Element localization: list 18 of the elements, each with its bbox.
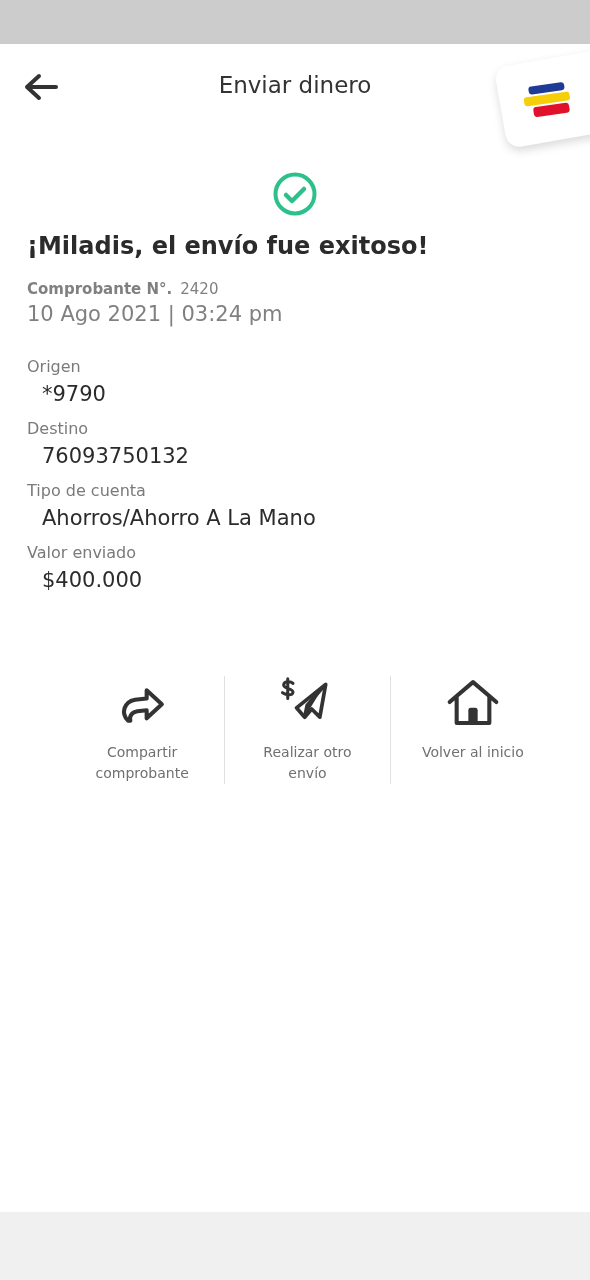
- screen-title: Enviar dinero: [218, 72, 372, 98]
- action-button[interactable]: Compartir comprobante: [60, 676, 225, 784]
- back-arrow-icon[interactable]: [23, 72, 59, 102]
- field-label: Valor enviado: [27, 542, 138, 564]
- field-label: Destino: [27, 418, 90, 440]
- success-check-icon: [273, 172, 317, 216]
- field-label: Origen: [27, 356, 82, 378]
- action-button[interactable]: Realizar otro envío: [225, 676, 390, 784]
- field-value: 76093750132: [41, 443, 190, 470]
- field-value: Ahorros/Ahorro A La Mano: [41, 505, 317, 532]
- receipt-label: Comprobante N°.: [27, 280, 173, 298]
- receipt-number: 2420: [180, 280, 219, 298]
- field-label: Tipo de cuenta: [27, 480, 147, 502]
- transaction-datetime: 10 Ago 2021 | 03:24 pm: [27, 302, 284, 326]
- field-value: $400.000: [41, 567, 144, 594]
- field-value: *9790: [41, 381, 107, 408]
- action-button[interactable]: Volver al inicio: [390, 676, 555, 784]
- success-message: ¡Miladis, el envío fue exitoso!: [27, 232, 430, 260]
